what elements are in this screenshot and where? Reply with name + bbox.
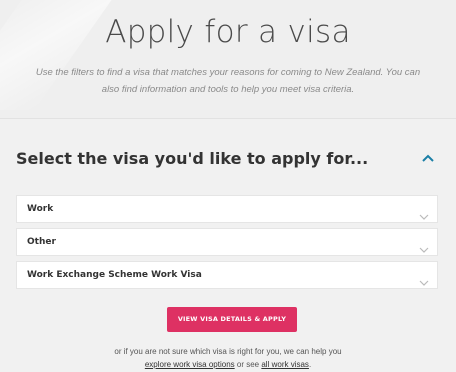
chevron-down-icon [419, 272, 429, 286]
chevron-down-icon [419, 206, 429, 220]
collapse-button[interactable] [418, 150, 438, 170]
chevron-up-icon [418, 154, 438, 162]
section-heading: Select the visa you'd like to apply for.… [16, 149, 369, 168]
select-value: Work [27, 204, 54, 214]
select-value: Other [27, 237, 56, 247]
page-title: Apply for a visa [105, 14, 351, 50]
page-subtitle: Use the filters to find a visa that matc… [35, 67, 421, 95]
help-links-line: explore work visa options or see all wor… [0, 360, 456, 369]
help-text-end: . [308, 360, 312, 369]
explore-work-visa-options-link[interactable]: explore work visa options [145, 360, 235, 369]
visa-category-select[interactable]: Work [16, 195, 438, 223]
hero-banner: Apply for a visa Use the filters to find… [0, 0, 456, 119]
select-value: Work Exchange Scheme Work Visa [27, 270, 202, 280]
chevron-down-icon [419, 239, 429, 253]
help-text: or if you are not sure which visa is rig… [114, 347, 342, 356]
visa-subcategory-select[interactable]: Other [16, 228, 438, 256]
view-visa-details-button[interactable]: VIEW VISA DETAILS & APPLY [167, 307, 297, 332]
help-text-middle: or see [236, 360, 260, 369]
visa-type-select[interactable]: Work Exchange Scheme Work Visa [16, 261, 438, 289]
all-work-visas-link[interactable]: all work visas [261, 360, 309, 369]
